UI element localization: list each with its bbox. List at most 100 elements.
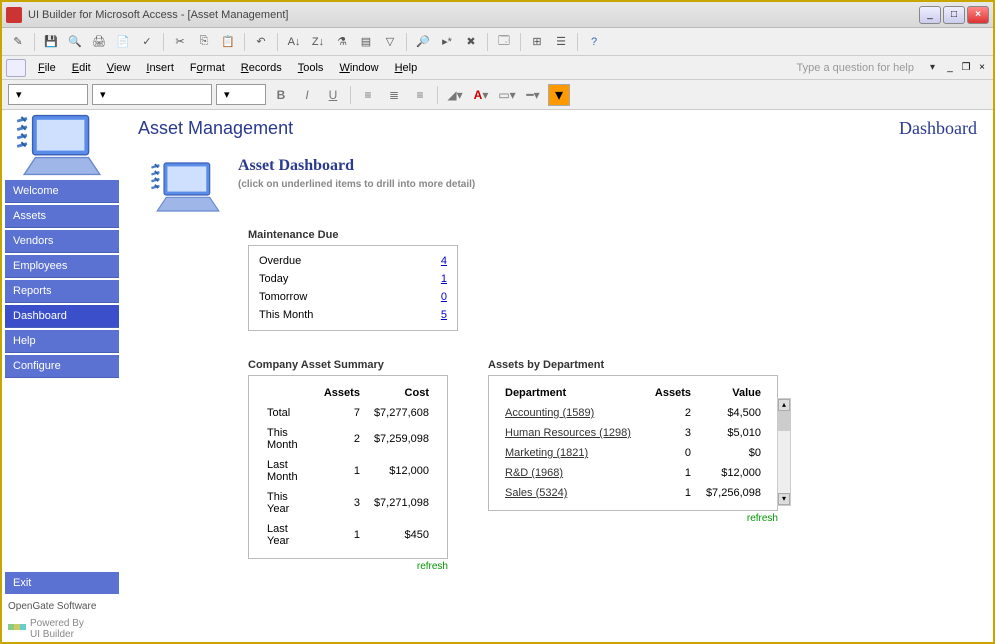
find-icon[interactable]: 🔎 xyxy=(413,32,433,52)
nav-employees[interactable]: Employees xyxy=(5,255,119,278)
sort-desc-icon[interactable]: Z↓ xyxy=(308,32,328,52)
minimize-button[interactable]: _ xyxy=(919,6,941,24)
align-right-button[interactable]: ≡ xyxy=(409,84,431,106)
summary-row: Total7$7,277,608 xyxy=(261,404,435,422)
dept-link[interactable]: Sales (5324) xyxy=(505,487,567,499)
nav-welcome[interactable]: Welcome xyxy=(5,180,119,203)
menu-file[interactable]: File xyxy=(30,60,64,76)
nav-dashboard[interactable]: Dashboard xyxy=(5,305,119,328)
sidebar: Welcome Assets Vendors Employees Reports… xyxy=(2,110,122,642)
apply-filter-icon[interactable]: ▽ xyxy=(380,32,400,52)
menu-insert[interactable]: Insert xyxy=(138,60,182,76)
dept-link[interactable]: R&D (1968) xyxy=(505,467,563,479)
exit-button[interactable]: Exit xyxy=(5,572,119,594)
dept-header-assets: Assets xyxy=(647,384,695,402)
align-left-button[interactable]: ≡ xyxy=(357,84,379,106)
nav-vendors[interactable]: Vendors xyxy=(5,230,119,253)
underline-button[interactable]: U xyxy=(322,84,344,106)
database-window-icon[interactable]: 🗔 xyxy=(494,32,514,52)
filter-selection-icon[interactable]: ⚗ xyxy=(332,32,352,52)
maint-label: Overdue xyxy=(259,255,427,267)
save-icon[interactable]: 💾 xyxy=(41,32,61,52)
format-toolbar: ▾ ▾ ▾ B I U ≡ ≣ ≡ ◢▾ A▾ ▭▾ ━▾ ▾ xyxy=(2,80,993,110)
paste-icon[interactable]: 📋 xyxy=(218,32,238,52)
print-preview-icon[interactable]: 📄 xyxy=(113,32,133,52)
doc-restore-button[interactable]: ❐ xyxy=(959,61,973,75)
fill-color-button[interactable]: ◢▾ xyxy=(444,84,466,106)
help-search-input[interactable]: Type a question for help xyxy=(789,60,922,76)
nav-configure[interactable]: Configure xyxy=(5,355,119,378)
dept-link[interactable]: Human Resources (1298) xyxy=(505,427,631,439)
maximize-button[interactable]: □ xyxy=(943,6,965,24)
powered-by: Powered By UI Builder xyxy=(2,616,122,642)
menu-format[interactable]: Format xyxy=(182,60,233,76)
dept-link[interactable]: Marketing (1821) xyxy=(505,447,588,459)
align-center-button[interactable]: ≣ xyxy=(383,84,405,106)
undo-icon[interactable]: ↶ xyxy=(251,32,271,52)
dept-refresh-link[interactable]: refresh xyxy=(488,513,778,524)
font-color-button[interactable]: A▾ xyxy=(470,84,492,106)
doc-minimize-button[interactable]: _ xyxy=(943,61,957,75)
scroll-down-icon[interactable]: ▾ xyxy=(778,493,790,505)
maint-value-link[interactable]: 1 xyxy=(427,273,447,285)
maint-label: Tomorrow xyxy=(259,291,427,303)
menu-view[interactable]: View xyxy=(99,60,139,76)
summary-row: This Month2$7,259,098 xyxy=(261,424,435,454)
dept-header-value: Value xyxy=(697,384,765,402)
maint-row-overdue: Overdue 4 xyxy=(259,252,447,270)
maintenance-panel: Overdue 4 Today 1 Tomorrow 0 This Month … xyxy=(248,245,458,331)
print-icon[interactable]: 🖨 xyxy=(89,32,109,52)
line-color-button[interactable]: ▭▾ xyxy=(496,84,518,106)
object-selector[interactable]: ▾ xyxy=(8,84,88,105)
doc-dropdown-icon[interactable]: ▾ xyxy=(930,62,935,73)
nav-reports[interactable]: Reports xyxy=(5,280,119,303)
summary-row: Last Month1$12,000 xyxy=(261,456,435,486)
menu-tools[interactable]: Tools xyxy=(290,60,332,76)
menubar: File Edit View Insert Format Records Too… xyxy=(2,56,993,80)
scroll-thumb[interactable] xyxy=(778,411,790,431)
search-file-icon[interactable]: 🔍 xyxy=(65,32,85,52)
design-view-icon[interactable]: ✎ xyxy=(8,32,28,52)
cut-icon[interactable]: ✂ xyxy=(170,32,190,52)
new-record-icon[interactable]: ▸* xyxy=(437,32,457,52)
maint-value-link[interactable]: 5 xyxy=(427,309,447,321)
delete-record-icon[interactable]: ✖ xyxy=(461,32,481,52)
dashboard-icon xyxy=(148,157,228,217)
spelling-icon[interactable]: ✓ xyxy=(137,32,157,52)
help-icon[interactable]: ? xyxy=(584,32,604,52)
dept-link[interactable]: Accounting (1589) xyxy=(505,407,594,419)
close-button[interactable]: × xyxy=(967,6,989,24)
scroll-up-icon[interactable]: ▴ xyxy=(778,399,790,411)
dept-panel: Department Assets Value Accounting (1589… xyxy=(488,375,778,511)
font-selector[interactable]: ▾ xyxy=(92,84,212,105)
dept-row: Accounting (1589)2$4,500 xyxy=(501,404,765,422)
file-icon[interactable] xyxy=(6,59,26,77)
nav-assets[interactable]: Assets xyxy=(5,205,119,228)
sort-asc-icon[interactable]: A↓ xyxy=(284,32,304,52)
footer-vendor: OpenGate Software xyxy=(2,597,122,616)
line-width-button[interactable]: ━▾ xyxy=(522,84,544,106)
font-size-selector[interactable]: ▾ xyxy=(216,84,266,105)
nav-list: Welcome Assets Vendors Employees Reports… xyxy=(2,180,122,378)
copy-icon[interactable]: ⎘ xyxy=(194,32,214,52)
dept-row: R&D (1968)1$12,000 xyxy=(501,464,765,482)
dept-scrollbar[interactable]: ▴ ▾ xyxy=(777,398,791,506)
menu-records[interactable]: Records xyxy=(233,60,290,76)
nav-help[interactable]: Help xyxy=(5,330,119,353)
summary-header-assets: Assets xyxy=(318,384,366,402)
maint-label: Today xyxy=(259,273,427,285)
menu-help[interactable]: Help xyxy=(387,60,426,76)
new-object-icon[interactable]: ⊞ xyxy=(527,32,547,52)
menu-edit[interactable]: Edit xyxy=(64,60,99,76)
italic-button[interactable]: I xyxy=(296,84,318,106)
maint-value-link[interactable]: 4 xyxy=(427,255,447,267)
special-effect-button[interactable]: ▾ xyxy=(548,84,570,106)
properties-icon[interactable]: ☰ xyxy=(551,32,571,52)
summary-refresh-link[interactable]: refresh xyxy=(248,561,448,572)
filter-form-icon[interactable]: ▤ xyxy=(356,32,376,52)
doc-close-button[interactable]: × xyxy=(975,61,989,75)
bold-button[interactable]: B xyxy=(270,84,292,106)
app-icon xyxy=(6,7,22,23)
menu-window[interactable]: Window xyxy=(331,60,386,76)
maint-value-link[interactable]: 0 xyxy=(427,291,447,303)
